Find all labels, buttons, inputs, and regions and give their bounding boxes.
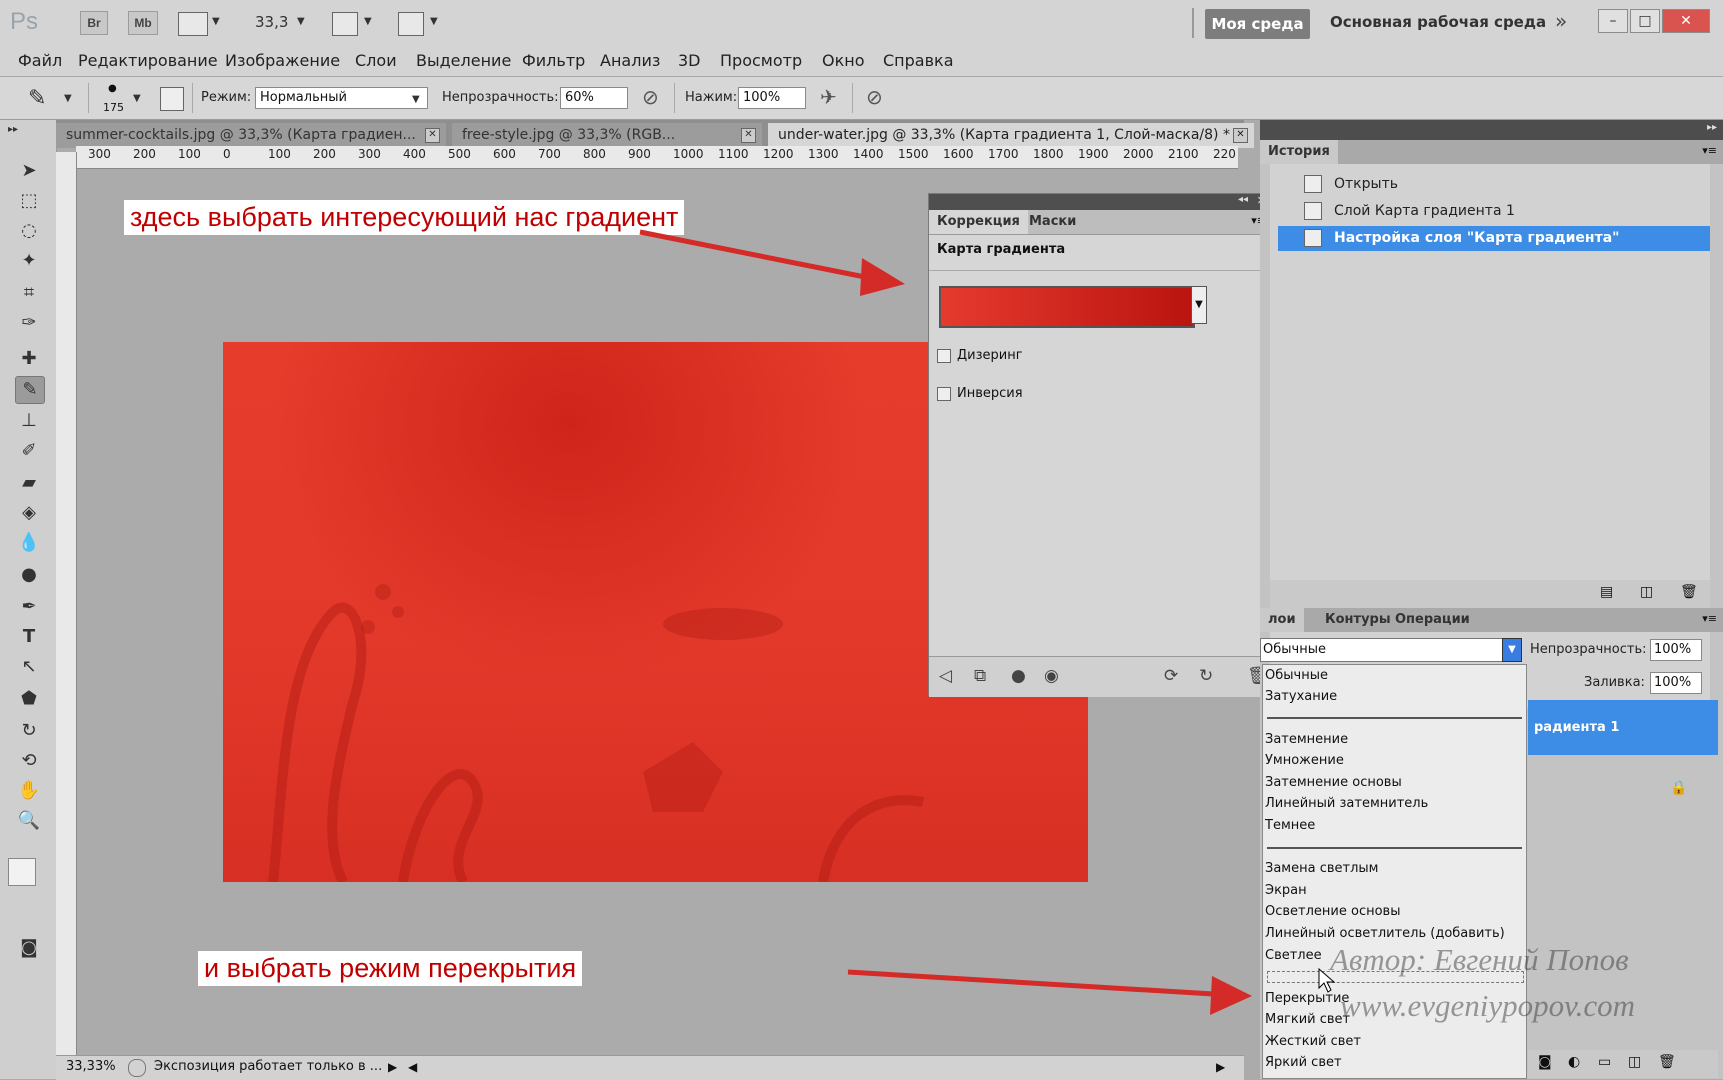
lock-icon: 🔒 xyxy=(1670,780,1688,796)
gradient-dropdown-icon[interactable]: ▼ xyxy=(1191,286,1207,324)
blend-option[interactable]: Жесткий свет xyxy=(1263,1032,1526,1052)
adjustment-layer-icon[interactable]: ◐ xyxy=(1568,1054,1580,1070)
history-item-label: Слой Карта градиента 1 xyxy=(1334,203,1515,219)
layer-opacity-field[interactable]: 100% xyxy=(1650,639,1702,661)
fill-label: Заливка: xyxy=(1584,675,1645,690)
new-layer-icon[interactable]: ◫ xyxy=(1628,1054,1641,1070)
status-zoom[interactable]: 33,33% xyxy=(66,1056,116,1078)
arrow-to-gradient xyxy=(639,229,905,296)
layers-footer: ◙ ◐ ▭ ◫ 🗑 xyxy=(1528,1050,1718,1078)
history-item[interactable]: Открыть xyxy=(1278,172,1710,197)
checkbox-icon[interactable] xyxy=(937,386,951,401)
clip-layer-icon[interactable]: ⧉ xyxy=(974,666,986,686)
history-footer: ▤ ◫ 🗑 xyxy=(1270,580,1710,608)
history-item-label: Открыть xyxy=(1334,176,1398,192)
document-icon xyxy=(1304,229,1322,247)
tab-history[interactable]: История xyxy=(1260,140,1338,164)
scroll-right-icon[interactable]: ▶ xyxy=(1216,1056,1225,1078)
layer-opacity-label: Непрозрачность: xyxy=(1530,642,1647,657)
divider xyxy=(929,270,1272,271)
back-arrow-icon[interactable]: ◁ xyxy=(939,666,952,686)
status-info-icon[interactable] xyxy=(128,1059,146,1077)
watermark-author: Автор: Евгений Попов xyxy=(1330,942,1629,977)
chevron-down-icon[interactable]: ▼ xyxy=(1502,638,1522,662)
history-item[interactable]: Слой Карта градиента 1 xyxy=(1278,199,1710,224)
inverse-checkbox[interactable]: Инверсия xyxy=(937,386,1023,401)
adjustments-footer: ◁ ⧉ ● ◉ ⟳ ↻ 🗑 xyxy=(929,656,1272,697)
panel-dock-top: ▸▸ xyxy=(1260,120,1723,140)
tab-masks[interactable]: Маски xyxy=(1021,210,1084,234)
layer-visibility-circle-icon[interactable]: ● xyxy=(1011,666,1026,686)
history-header: История ▾≡ xyxy=(1260,140,1723,164)
scroll-left-icon[interactable]: ◀ xyxy=(408,1056,417,1078)
divider xyxy=(1267,717,1522,719)
reset-icon[interactable]: ↻ xyxy=(1199,666,1213,686)
blend-option[interactable]: Затемнение основы xyxy=(1263,773,1526,793)
collapse-icon[interactable]: ◂◂ xyxy=(1238,194,1248,205)
document-icon xyxy=(1304,202,1322,220)
history-item-label: Настройка слоя "Карта градиента" xyxy=(1334,230,1620,246)
blend-option[interactable]: Осветление основы xyxy=(1263,902,1526,922)
blend-option[interactable]: Экран xyxy=(1263,881,1526,901)
blend-option[interactable]: Затухание xyxy=(1263,687,1526,707)
adjustment-title: Карта градиента xyxy=(937,242,1066,257)
view-previous-icon[interactable]: ⟳ xyxy=(1164,666,1178,686)
tab-actions[interactable]: Операции xyxy=(1387,608,1478,632)
blend-option[interactable]: Замена светлым xyxy=(1263,859,1526,879)
eye-icon[interactable]: ◉ xyxy=(1044,666,1059,686)
new-document-icon[interactable]: ▤ xyxy=(1600,584,1613,600)
layers-header: лои Контуры Операции ▾≡ xyxy=(1260,608,1723,632)
trash-icon[interactable]: 🗑 xyxy=(1680,584,1698,600)
blend-option[interactable]: Линейный затемнитель xyxy=(1263,794,1526,814)
divider xyxy=(1267,847,1522,849)
arrow-to-blend-mode xyxy=(847,969,1252,1015)
blend-option[interactable]: Обычные xyxy=(1263,666,1526,686)
blend-option[interactable]: Темнее xyxy=(1263,816,1526,836)
blend-option[interactable]: Линейный осветлитель (добавить) xyxy=(1263,924,1526,944)
panel-menu-icon[interactable]: ▾≡ xyxy=(1702,612,1717,625)
checkbox-icon[interactable] xyxy=(937,348,951,363)
adjustments-panel: ◂◂ ✕ Коррекция Маски ▾≡ Карта градиента … xyxy=(928,193,1273,697)
panel-menu-icon[interactable]: ▾≡ xyxy=(1702,144,1717,157)
history-item-selected[interactable]: Настройка слоя "Карта градиента" xyxy=(1278,226,1710,251)
trash-icon[interactable]: 🗑 xyxy=(1658,1054,1676,1070)
mask-icon[interactable]: ◙ xyxy=(1538,1054,1552,1070)
tab-layers[interactable]: лои xyxy=(1260,608,1304,632)
snapshot-icon[interactable]: ◫ xyxy=(1640,584,1653,600)
blend-option[interactable]: Яркий свет xyxy=(1263,1053,1526,1073)
document-icon xyxy=(1304,175,1322,193)
blend-option[interactable]: Умножение xyxy=(1263,751,1526,771)
layer-row-selected[interactable]: радиента 1 xyxy=(1528,700,1718,755)
inverse-label: Инверсия xyxy=(957,386,1023,401)
gradient-preview[interactable] xyxy=(939,286,1195,328)
blend-mode-select[interactable]: Обычные xyxy=(1260,638,1522,662)
fill-field[interactable]: 100% xyxy=(1650,672,1702,694)
tab-correction[interactable]: Коррекция xyxy=(929,210,1028,234)
collapse-icon[interactable]: ▸▸ xyxy=(1707,122,1717,133)
status-message: Экспозиция работает только в ... xyxy=(154,1059,383,1074)
folder-icon[interactable]: ▭ xyxy=(1598,1054,1611,1070)
status-bar: 33,33% Экспозиция работает только в ... … xyxy=(56,1055,1244,1080)
adjustments-tabs: Коррекция Маски ▾≡ xyxy=(929,210,1272,235)
dither-label: Дизеринг xyxy=(957,348,1023,363)
watermark-url: www.evgeniypopov.com xyxy=(1340,988,1635,1023)
status-arrow-icon[interactable]: ▶ xyxy=(388,1056,397,1078)
blend-option[interactable]: Затемнение xyxy=(1263,730,1526,750)
dither-checkbox[interactable]: Дизеринг xyxy=(937,348,1023,363)
panel-titlebar[interactable]: ◂◂ ✕ xyxy=(929,194,1272,210)
